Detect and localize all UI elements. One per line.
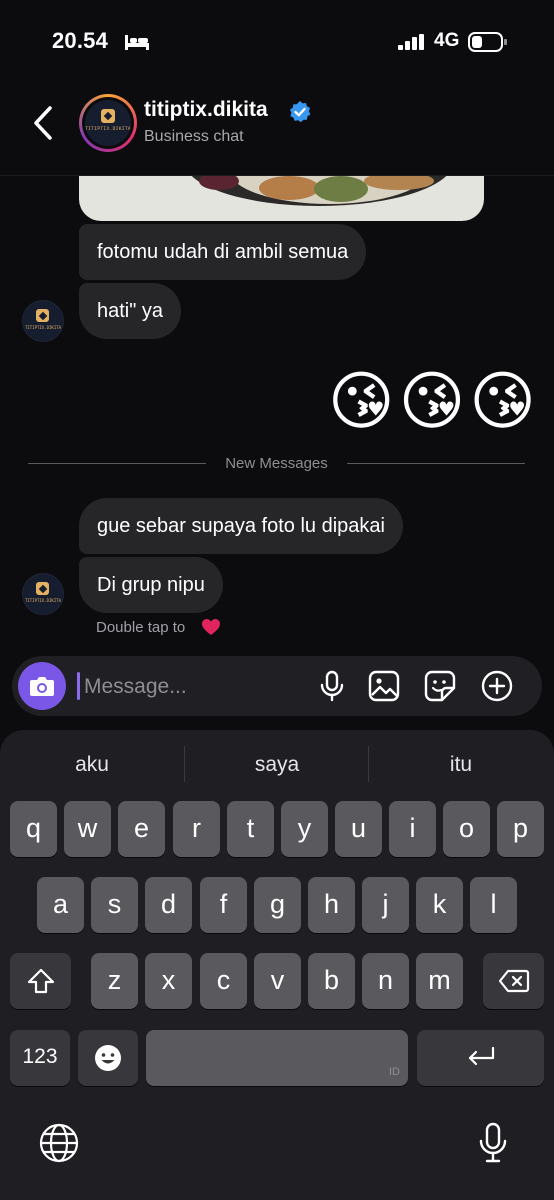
key-i[interactable]: i [389,801,436,857]
chat-subtitle: Business chat [144,128,244,145]
key-s[interactable]: s [91,877,138,933]
key-y[interactable]: y [281,801,328,857]
sticker-icon[interactable] [424,670,456,707]
key-g[interactable]: g [254,877,301,933]
status-time: 20.54 [52,28,109,53]
key-l[interactable]: l [470,877,517,933]
signal-icon [398,34,426,55]
double-tap-hint: Double tap to [96,619,186,636]
dictation-icon[interactable] [478,1122,508,1169]
message-input[interactable] [82,668,296,706]
keyboard: aku saya itu q w e r t y u i o p a s d f… [0,730,554,1200]
key-r[interactable]: r [173,801,220,857]
message-bubble[interactable]: gue sebar supaya foto lu dipakai [79,498,403,554]
sender-avatar[interactable]: TITIPTIX.DIKITA [22,300,64,342]
key-n[interactable]: n [362,953,409,1009]
return-icon [468,1046,494,1066]
camera-button[interactable] [18,662,66,710]
sender-avatar[interactable]: TITIPTIX.DIKITA [22,573,64,615]
suggestion-divider [184,746,185,782]
verified-badge-icon [288,100,312,129]
language-label: ID [389,1066,400,1078]
text-cursor [77,672,80,700]
suggestion-1[interactable]: aku [17,748,167,782]
key-q[interactable]: q [10,801,57,857]
key-a[interactable]: a [37,877,84,933]
chat-name[interactable]: titiptix.dikita [144,98,268,122]
image-message[interactable] [79,176,484,221]
new-messages-label: New Messages [225,455,328,472]
numbers-key[interactable]: 123 [10,1030,70,1086]
network-type: 4G [434,30,460,51]
new-messages-divider [28,463,206,464]
key-p[interactable]: p [497,801,544,857]
sent-emoji-message[interactable]: 😘😘😘 [328,366,540,438]
key-v[interactable]: v [254,953,301,1009]
key-f[interactable]: f [200,877,247,933]
heart-icon [201,618,221,641]
key-k[interactable]: k [416,877,463,933]
suggestion-2[interactable]: saya [202,748,352,782]
suggestion-3[interactable]: itu [386,748,536,782]
key-b[interactable]: b [308,953,355,1009]
key-w[interactable]: w [64,801,111,857]
key-e[interactable]: e [118,801,165,857]
key-h[interactable]: h [308,877,355,933]
suggestion-divider [368,746,369,782]
delete-key[interactable] [483,953,544,1009]
message-bubble[interactable]: Di grup nipu [79,557,223,613]
message-bubble[interactable]: fotomu udah di ambil semua [79,224,367,280]
new-messages-divider [347,463,525,464]
emoji-icon [95,1045,121,1071]
globe-icon[interactable] [38,1122,80,1169]
back-icon[interactable] [30,104,58,147]
shift-icon [27,968,54,994]
key-m[interactable]: m [416,953,463,1009]
key-d[interactable]: d [145,877,192,933]
key-x[interactable]: x [145,953,192,1009]
shift-key[interactable] [10,953,71,1009]
key-u[interactable]: u [335,801,382,857]
avatar-logo-text: TITIPTIX.DIKITA [85,127,131,132]
message-composer [12,656,542,716]
battery-icon [468,32,508,57]
gallery-icon[interactable] [368,670,400,707]
profile-avatar[interactable]: TITIPTIX.DIKITA [79,94,137,152]
key-t[interactable]: t [227,801,274,857]
message-bubble[interactable]: hati" ya [79,283,182,339]
camera-icon [30,677,54,696]
key-z[interactable]: z [91,953,138,1009]
key-o[interactable]: o [443,801,490,857]
key-j[interactable]: j [362,877,409,933]
space-key[interactable]: ID [146,1030,408,1086]
emoji-key[interactable] [78,1030,138,1086]
sleep-mode-icon [124,33,150,56]
backspace-icon [498,969,529,993]
return-key[interactable] [417,1030,544,1086]
microphone-icon[interactable] [317,670,347,707]
key-c[interactable]: c [200,953,247,1009]
add-icon[interactable] [481,670,513,707]
